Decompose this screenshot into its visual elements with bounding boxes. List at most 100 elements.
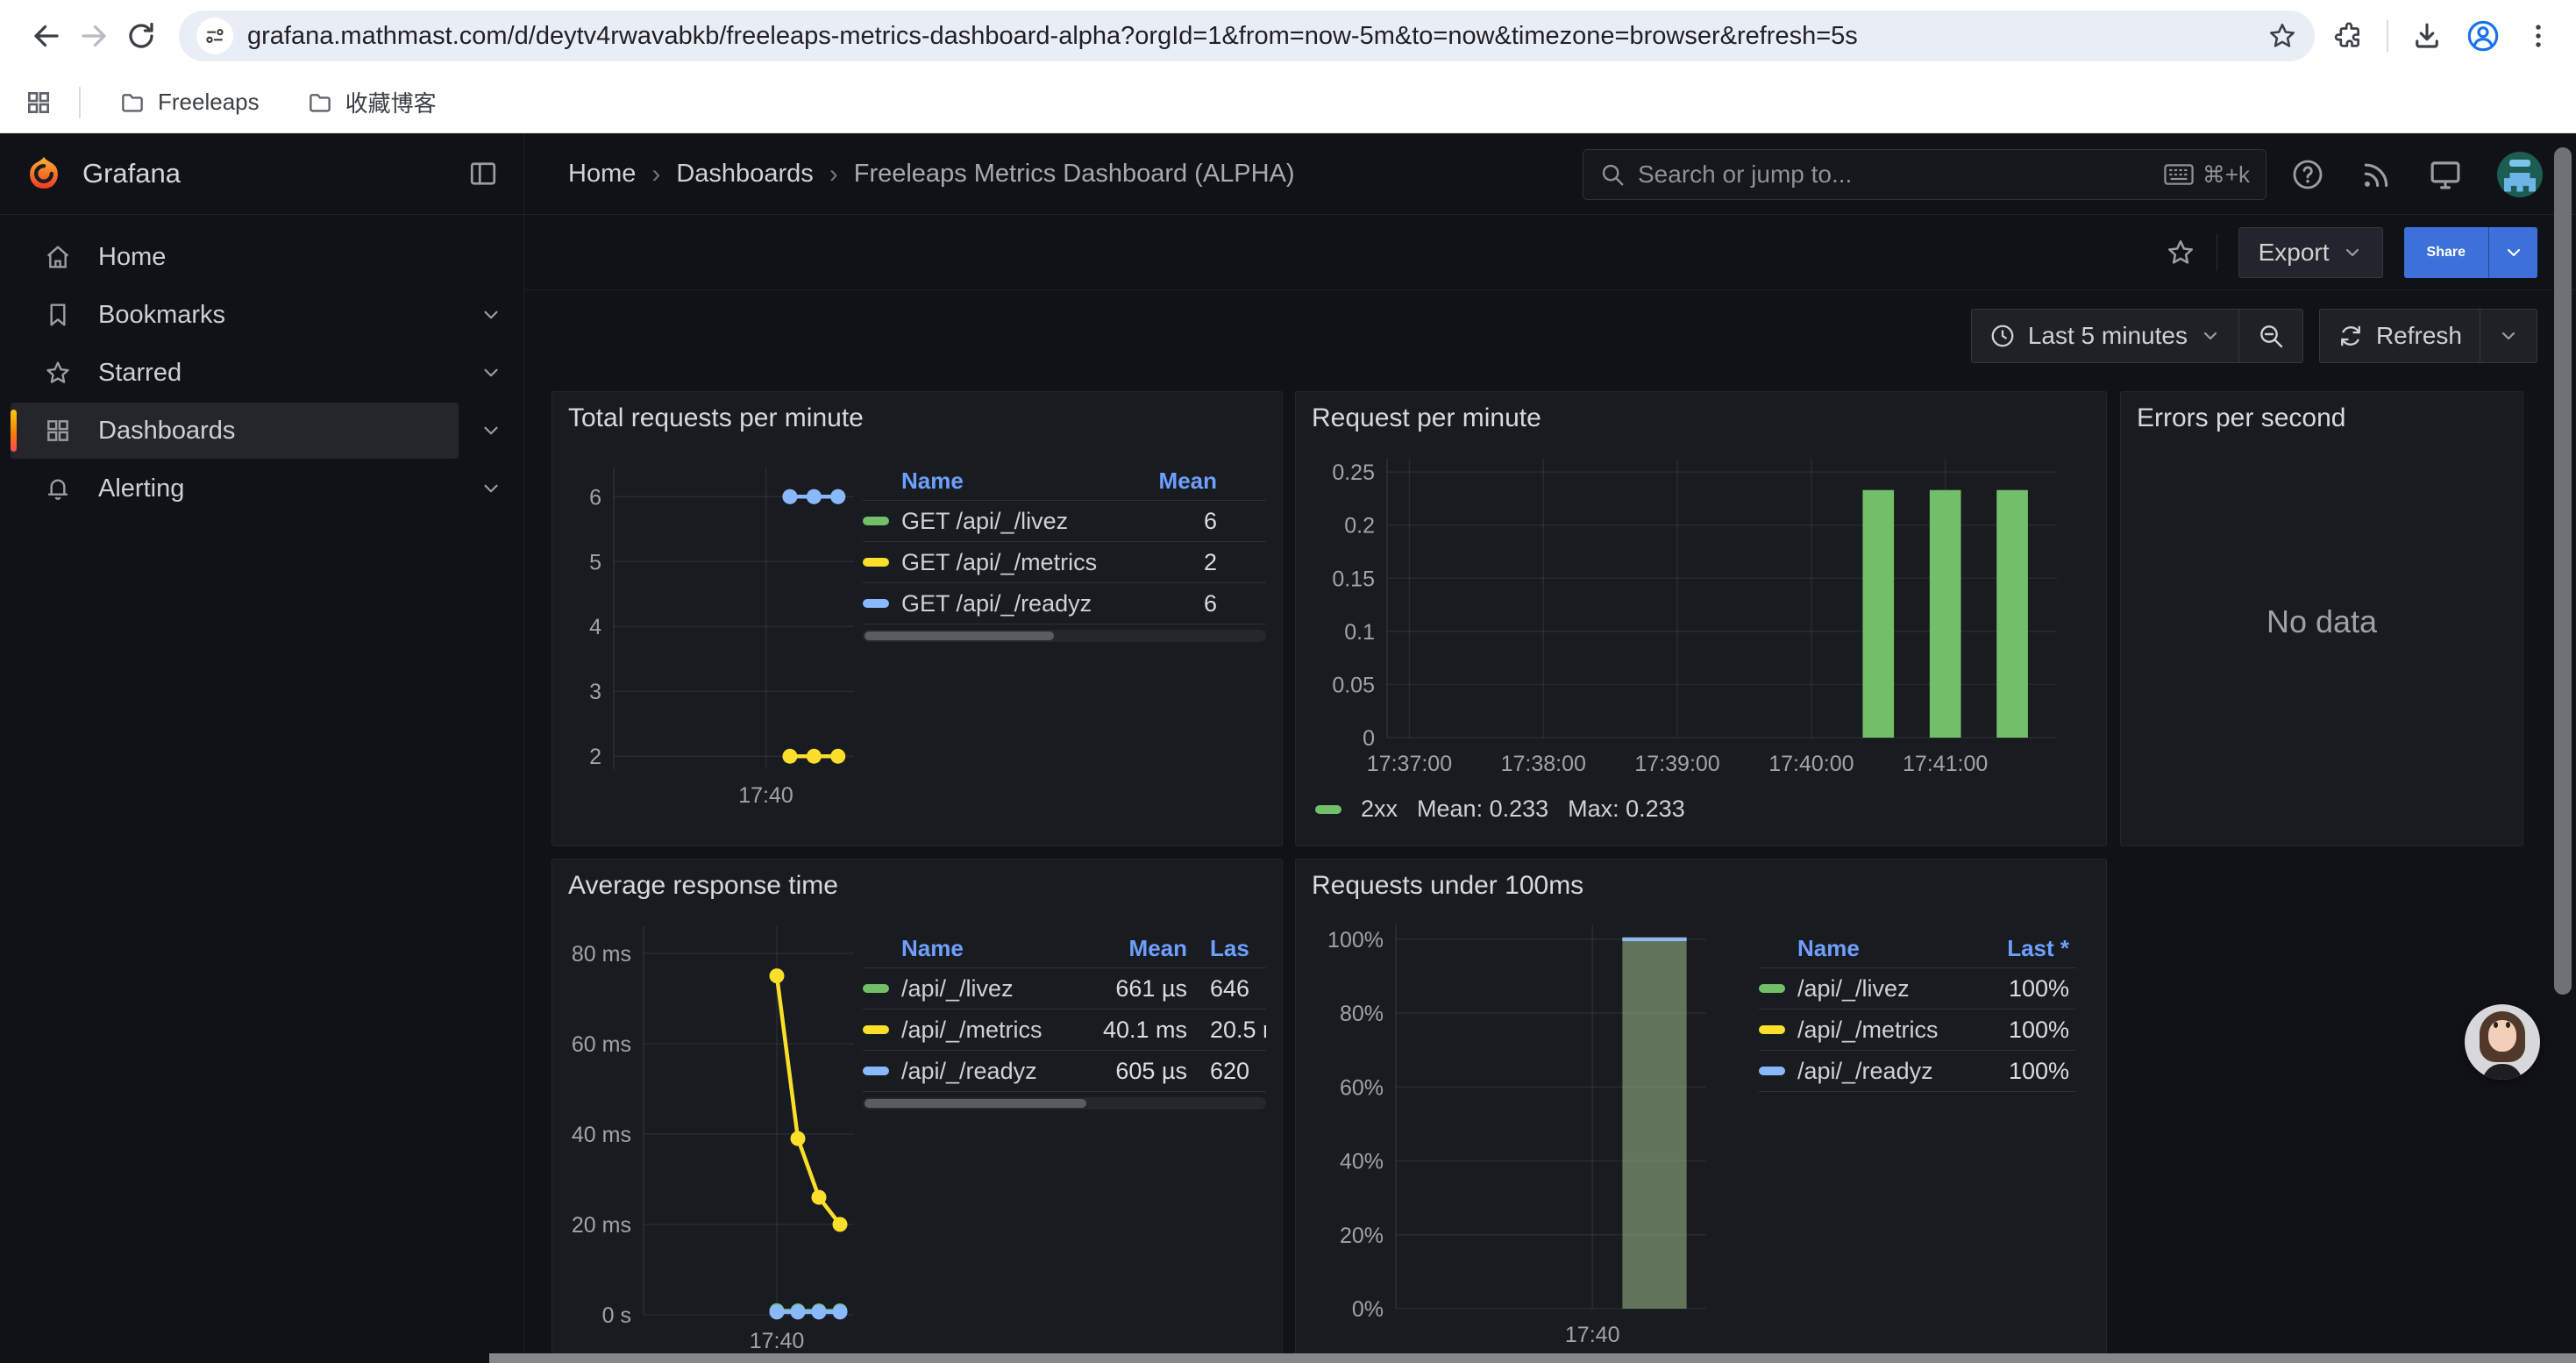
sidebar-item-label: Dashboards (98, 417, 235, 446)
series-swatch (1759, 1025, 1785, 1034)
series-swatch (863, 984, 889, 993)
apps-grid-icon[interactable] (25, 89, 53, 117)
sidebar-item-label: Starred (98, 359, 181, 388)
series-name[interactable]: GET /api/_/metrics (901, 549, 1103, 576)
favorite-star-icon[interactable] (2166, 238, 2195, 268)
forward-arrow-icon (78, 20, 110, 52)
svg-text:4: 4 (589, 615, 601, 639)
breadcrumb-item: Freeleaps Metrics Dashboard (ALPHA) (854, 160, 1295, 189)
legend-column-header[interactable]: Name (901, 467, 1103, 495)
sidebar-item-bookmarks[interactable]: Bookmarks (0, 287, 523, 343)
legend-table: NameLast */api/_/livez100%/api/_/metrics… (1759, 930, 2076, 1361)
panel-title[interactable]: Errors per second (2137, 399, 2507, 438)
legend-column-header[interactable]: Name (901, 935, 1064, 962)
legend-column-header[interactable]: Last * (1938, 935, 2069, 962)
browser-menu-icon[interactable] (2523, 21, 2553, 51)
series-name[interactable]: /api/_/livez (1797, 975, 1938, 1003)
horizontal-scrollbar[interactable] (489, 1353, 2576, 1363)
series-max: Max: 0.233 (1568, 796, 1685, 823)
legend-scrollbar[interactable] (863, 1097, 1266, 1110)
bookmark-folder[interactable]: 收藏博客 (295, 82, 449, 124)
zoom-out-button[interactable] (2239, 310, 2302, 362)
series-name[interactable]: /api/_/metrics (901, 1017, 1064, 1044)
browser-reload-button[interactable] (117, 12, 165, 60)
series-value: 100% (1938, 1017, 2069, 1044)
series-swatch (1315, 805, 1341, 814)
display-button[interactable] (2427, 156, 2464, 193)
request-per-minute-chart[interactable]: 00.050.10.150.20.2517:37:0017:38:0017:39… (1312, 438, 2089, 789)
average-response-time-chart[interactable]: 0 s20 ms40 ms60 ms80 ms17:40 (568, 905, 863, 1363)
legend-column-header[interactable]: Name (1797, 935, 1938, 962)
svg-text:2: 2 (589, 745, 601, 769)
help-button[interactable] (2290, 157, 2325, 192)
series-swatch (863, 558, 889, 567)
series-swatch (863, 599, 889, 608)
total-requests-chart[interactable]: 2345617:40 (568, 438, 863, 815)
series-name[interactable]: /api/_/livez (901, 975, 1064, 1003)
panel-title[interactable]: Requests under 100ms (1312, 867, 2090, 905)
refresh-button[interactable]: Refresh (2320, 310, 2480, 362)
panel-title[interactable]: Request per minute (1312, 399, 2090, 438)
search-placeholder: Search or jump to... (1638, 161, 2164, 189)
requests-under-100ms-chart[interactable]: 0%20%40%60%80%100%17:40 (1312, 905, 1724, 1361)
browser-forward-button[interactable] (70, 12, 117, 60)
url-bar[interactable]: grafana.mathmast.com/d/deytv4rwavabkb/fr… (179, 11, 2315, 61)
legend-column-header[interactable]: Mean (1064, 935, 1187, 962)
sidebar-expand-chevron[interactable] (459, 303, 523, 326)
refresh-interval-button[interactable] (2480, 310, 2537, 362)
vertical-scrollbar[interactable] (2554, 147, 2572, 995)
export-button[interactable]: Export (2238, 227, 2383, 278)
legend-column-header[interactable]: Mean (1103, 467, 1217, 495)
sidebar-toggle-icon[interactable] (467, 158, 499, 189)
svg-text:17:37:00: 17:37:00 (1367, 752, 1452, 776)
extensions-icon[interactable] (2334, 21, 2364, 51)
grafana-logo[interactable] (25, 154, 63, 193)
share-split-button: Share (2404, 227, 2537, 278)
series-swatch (863, 1025, 889, 1034)
site-settings-icon[interactable] (196, 18, 233, 54)
svg-text:0%: 0% (1352, 1297, 1384, 1322)
news-button[interactable] (2359, 157, 2394, 192)
series-name[interactable]: 2xx (1361, 796, 1398, 823)
svg-text:0 s: 0 s (602, 1303, 631, 1328)
series-name[interactable]: /api/_/readyz (1797, 1058, 1938, 1085)
series-value: 605 µs (1064, 1058, 1187, 1085)
bookmark-icon (44, 301, 72, 329)
sidebar-item-starred[interactable]: Starred (0, 345, 523, 401)
bookmark-star-icon[interactable] (2267, 21, 2297, 51)
panel-title[interactable]: Total requests per minute (568, 399, 1266, 438)
search-icon (1599, 161, 1626, 188)
sidebar-item-alerting[interactable]: Alerting (0, 460, 523, 517)
sidebar-expand-chevron[interactable] (459, 419, 523, 442)
breadcrumb-item[interactable]: Dashboards (676, 160, 813, 189)
browser-back-button[interactable] (23, 12, 70, 60)
series-name[interactable]: /api/_/readyz (901, 1058, 1064, 1085)
zoom-out-icon (2257, 322, 2285, 350)
legend-column-header[interactable]: Las (1187, 935, 1266, 962)
bookmark-folder[interactable]: Freeleaps (107, 82, 272, 124)
legend-scrollbar[interactable] (863, 630, 1266, 642)
share-button[interactable]: Share (2404, 227, 2488, 278)
browser-profile-icon[interactable] (2466, 18, 2501, 54)
series-name[interactable]: GET /api/_/livez (901, 508, 1103, 535)
sidebar-item-home[interactable]: Home (0, 229, 523, 285)
url-text[interactable]: grafana.mathmast.com/d/deytv4rwavabkb/fr… (247, 22, 2267, 51)
time-range-picker[interactable]: Last 5 minutes (1972, 310, 2238, 362)
breadcrumb-item[interactable]: Home (568, 160, 636, 189)
browser-toolbar: grafana.mathmast.com/d/deytv4rwavabkb/fr… (0, 0, 2576, 72)
downloads-icon[interactable] (2411, 20, 2443, 52)
legend-row: GET /api/_/livez6 (863, 501, 1266, 542)
user-avatar[interactable] (2497, 152, 2543, 197)
search-input[interactable]: Search or jump to... ⌘+k (1583, 149, 2266, 200)
series-name[interactable]: GET /api/_/readyz (901, 590, 1103, 617)
legend-row: /api/_/livez100% (1759, 968, 2076, 1010)
sidebar-expand-chevron[interactable] (459, 361, 523, 384)
svg-text:17:39:00: 17:39:00 (1634, 752, 1719, 776)
panel-title[interactable]: Average response time (568, 867, 1266, 905)
share-menu-button[interactable] (2488, 227, 2537, 278)
series-swatch (863, 517, 889, 525)
floating-assistant-avatar[interactable] (2465, 1004, 2540, 1080)
series-name[interactable]: /api/_/metrics (1797, 1017, 1938, 1044)
sidebar-item-dashboards[interactable]: Dashboards (0, 403, 523, 459)
sidebar-expand-chevron[interactable] (459, 477, 523, 500)
